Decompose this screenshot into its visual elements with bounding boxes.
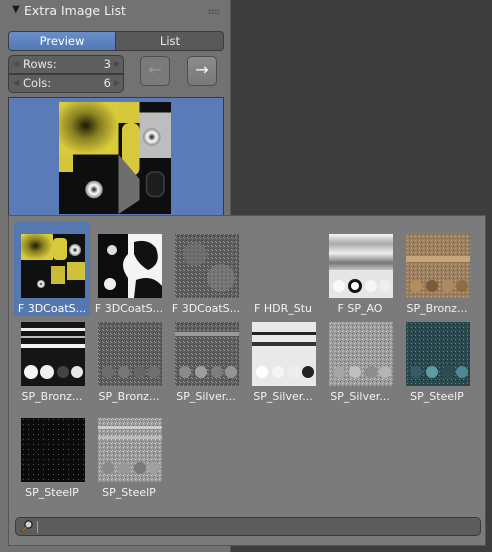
image-thumbnail-item[interactable]: F 3DCoatS...	[91, 222, 167, 316]
image-browser-popup: F 3DCoatS... F 3DCoatS... F 3DCoatS... F…	[8, 215, 486, 546]
thumbnail-image	[98, 234, 162, 298]
increment-arrow-icon[interactable]: ▶	[114, 59, 120, 68]
decrement-arrow-icon[interactable]: ◀	[13, 59, 19, 68]
thumbnail-label: SP_SteelP	[102, 486, 156, 499]
thumbnail-label: SP_Bronz...	[21, 390, 83, 403]
tab-list[interactable]: List	[115, 32, 223, 50]
next-button[interactable]: →	[187, 56, 217, 86]
image-thumbnail-item[interactable]: SP_SteelP	[14, 406, 90, 500]
image-thumbnail-item[interactable]: F SP_AO	[322, 222, 398, 316]
thumbnail-image	[329, 322, 393, 386]
image-thumbnail-item[interactable]: F HDR_Stu	[245, 222, 321, 316]
rows-value: 3	[103, 57, 111, 71]
thumbnail-label: SP_SteelP	[25, 486, 79, 499]
thumbnail-image	[21, 234, 85, 298]
thumbnail-image	[21, 418, 85, 482]
image-thumbnail-item[interactable]: SP_Bronz...	[91, 310, 167, 404]
thumbnail-image	[175, 234, 239, 298]
increment-arrow-icon[interactable]: ▶	[114, 78, 120, 87]
thumbnail-label: SP_Silver...	[330, 390, 390, 403]
thumbnail-image	[406, 234, 470, 298]
rows-label: Rows:	[23, 57, 57, 71]
image-thumbnail-item[interactable]: SP_Bronz...	[399, 222, 475, 316]
image-thumbnail-item[interactable]: SP_Bronz...	[14, 310, 90, 404]
thumbnail-image	[98, 322, 162, 386]
collapse-arrow-icon[interactable]: ▼	[12, 4, 20, 15]
image-thumbnail-item[interactable]: SP_SteelP	[91, 406, 167, 500]
cols-value: 6	[103, 76, 111, 90]
thumbnail-label: SP_Silver...	[253, 390, 313, 403]
search-input[interactable]	[38, 518, 474, 535]
thumbnail-image	[252, 322, 316, 386]
thumbnail-label: SP_SteelP	[410, 390, 464, 403]
previous-button[interactable]: ←	[140, 56, 170, 86]
cols-field[interactable]: ◀ Cols: 6 ▶	[8, 74, 124, 93]
image-preview[interactable]	[8, 97, 224, 219]
image-thumbnail-item[interactable]: F 3DCoatS...	[14, 222, 90, 316]
decrement-arrow-icon[interactable]: ◀	[13, 78, 19, 87]
grip-icon[interactable]	[208, 9, 220, 14]
search-icon	[21, 520, 33, 533]
thumbnail-label: SP_Silver...	[176, 390, 236, 403]
image-thumbnail-item[interactable]: SP_Silver...	[245, 310, 321, 404]
preview-texture-image	[59, 102, 171, 214]
arrow-left-icon: ←	[148, 60, 162, 79]
thumbnail-label: SP_Bronz...	[98, 390, 160, 403]
panel-title: Extra Image List	[24, 3, 126, 18]
thumbnail-image	[406, 322, 470, 386]
image-thumbnail-item[interactable]: F 3DCoatS...	[168, 222, 244, 316]
thumbnail-image	[98, 418, 162, 482]
tab-preview[interactable]: Preview	[9, 32, 115, 50]
thumbnail-image	[175, 322, 239, 386]
panel-header[interactable]: ▼ Extra Image List	[0, 0, 230, 22]
cols-label: Cols:	[23, 76, 52, 90]
view-mode-tabs: Preview List	[8, 31, 224, 51]
thumbnail-image	[21, 322, 85, 386]
image-thumbnail-item[interactable]: SP_Silver...	[168, 310, 244, 404]
image-thumbnail-item[interactable]: SP_SteelP	[399, 310, 475, 404]
arrow-right-icon: →	[195, 60, 209, 79]
rows-field[interactable]: ◀ Rows: 3 ▶	[8, 55, 124, 74]
thumbnail-image	[329, 234, 393, 298]
image-thumbnail-item[interactable]: SP_Silver...	[322, 310, 398, 404]
search-field[interactable]	[15, 517, 481, 536]
